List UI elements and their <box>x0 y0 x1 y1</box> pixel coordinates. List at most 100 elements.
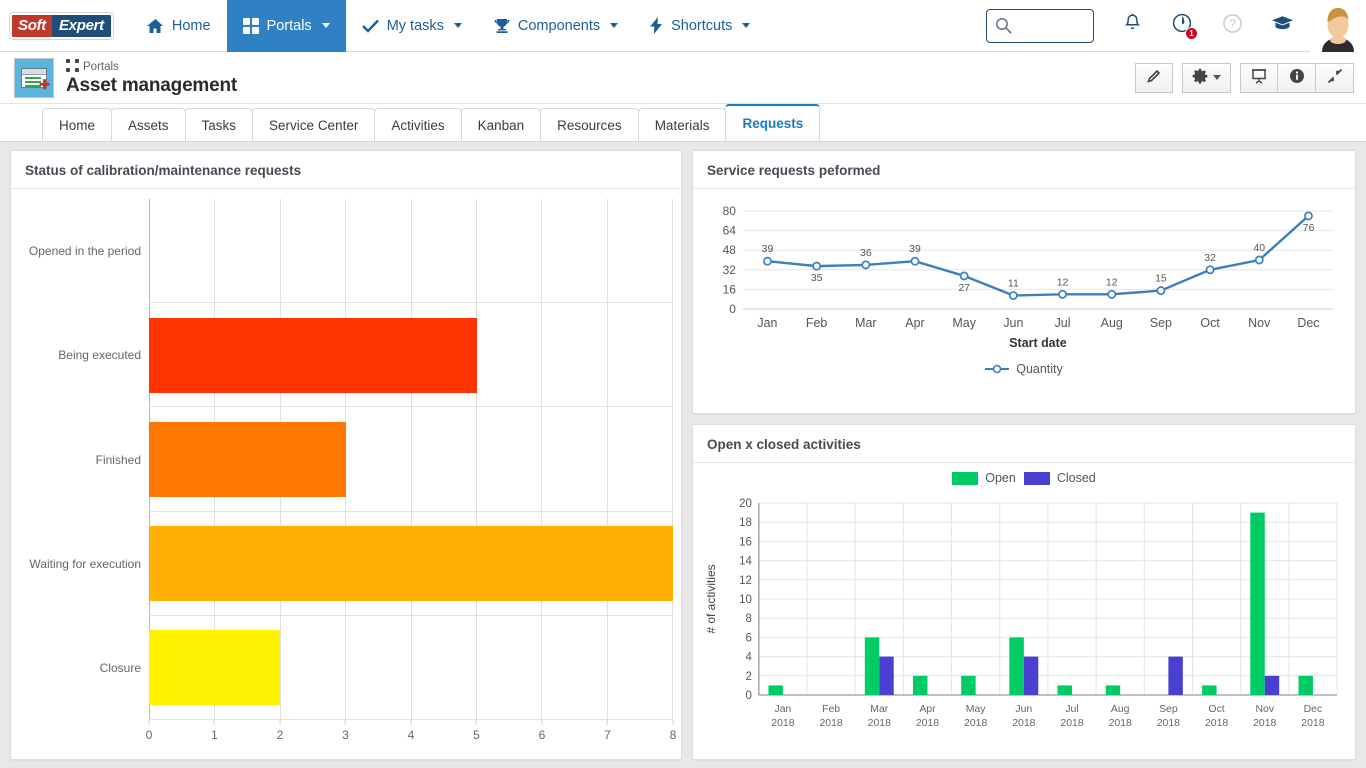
softexpert-logo[interactable]: Soft Expert <box>10 12 113 39</box>
search-input[interactable] <box>1012 18 1085 33</box>
tab-service-center[interactable]: Service Center <box>252 108 376 141</box>
tab-resources[interactable]: Resources <box>540 108 639 141</box>
tab-tasks[interactable]: Tasks <box>184 108 254 141</box>
presentation-button[interactable] <box>1240 62 1278 93</box>
hbar-row-4[interactable] <box>149 616 673 721</box>
notifications-button[interactable] <box>1110 0 1154 52</box>
trophy-icon <box>494 18 510 34</box>
hbar-bar-3[interactable] <box>149 526 673 602</box>
hbar-xtick-label: 4 <box>407 728 415 742</box>
user-avatar[interactable] <box>1310 0 1366 52</box>
col-bar-closed-8 <box>1168 656 1183 695</box>
col-bar-open-3 <box>913 675 928 695</box>
line-datalabel-9: 32 <box>1204 253 1216 264</box>
line-datalabel-11: 76 <box>1303 223 1315 234</box>
col-bar-closed-5 <box>1023 656 1039 695</box>
line-xtick-4: May <box>952 316 976 330</box>
hbar-xtick-label: 1 <box>211 728 218 742</box>
hbar-xtick: 4 <box>407 720 415 742</box>
nav-item-home[interactable]: Home <box>131 0 227 52</box>
hbar-row-3[interactable] <box>149 512 673 616</box>
col-bar-open-6 <box>1057 685 1073 695</box>
notification-badge: 1 <box>1185 26 1198 40</box>
hbar-bar-1[interactable] <box>149 317 477 393</box>
col-xtick-month-7: Aug <box>1111 704 1130 715</box>
hbar-x-axis: 0 1 2 3 4 5 6 7 8 <box>146 720 676 753</box>
hbar-xtick-label: 3 <box>342 728 349 742</box>
line-ytick: 80 <box>723 204 737 218</box>
legend-item-quantity[interactable]: Quantity <box>985 362 1063 376</box>
line-chart-svg[interactable]: 0 16 32 48 64 80 39 35 36 39 27 11 12 12 15 32 40 76 Jan Fe… <box>701 193 1347 353</box>
academy-button[interactable] <box>1260 0 1304 52</box>
legend-item-open[interactable]: Open <box>952 471 1016 485</box>
col-xtick-month-3: Apr <box>919 704 936 715</box>
col-xtick-month-8: Sep <box>1159 704 1178 715</box>
col-ytick: 4 <box>745 652 752 664</box>
column-chart-svg[interactable]: 0 2 4 6 8 10 12 14 16 18 20 Jan 2018 Feb 2018 Mar 2018 Ap… <box>701 493 1347 741</box>
collapse-button[interactable] <box>1316 62 1354 93</box>
col-ytick: 0 <box>745 690 751 702</box>
col-xtick-year-4: 2018 <box>964 718 987 729</box>
svg-text:?: ? <box>1229 17 1236 31</box>
line-point-8 <box>1156 286 1166 296</box>
nav-item-portals[interactable]: Portals <box>226 0 346 52</box>
plus-badge-icon: ✚ <box>39 76 50 92</box>
tab-materials[interactable]: Materials <box>637 108 727 141</box>
pencil-icon <box>1146 68 1162 87</box>
line-point-4 <box>959 271 969 281</box>
line-datalabel-4: 27 <box>958 283 970 294</box>
hbar-xtick: 0 <box>146 720 152 742</box>
breadcrumb: Portals <box>66 58 237 75</box>
help-button[interactable]: ? <box>1210 0 1254 52</box>
col-xtick-month-10: Nov <box>1255 704 1274 715</box>
search-icon <box>995 17 1012 34</box>
nav-label-shortcuts: Shortcuts <box>671 17 733 34</box>
line-xtick-7: Aug <box>1101 316 1123 330</box>
nav-item-components[interactable]: Components <box>478 0 634 52</box>
hbar-xtick: 2 <box>276 720 284 742</box>
line-ytick: 48 <box>723 243 737 257</box>
col-bar-closed-2 <box>879 656 894 695</box>
hbar-category-labels: Opened in the period Being executed Finish… <box>19 199 149 753</box>
hbar-row-2[interactable] <box>149 407 673 512</box>
presentation-icon <box>1251 68 1267 87</box>
page-title: Asset management <box>66 74 238 96</box>
col-xtick-year-3: 2018 <box>916 718 939 729</box>
panel-status-requests: Status of calibration/maintenance reques… <box>10 150 682 760</box>
dashboard-area: Status of calibration/maintenance reques… <box>0 142 1366 768</box>
col-xtick-year-10: 2018 <box>1253 718 1276 729</box>
tab-activities[interactable]: Activities <box>374 108 462 141</box>
search-box[interactable] <box>986 8 1094 43</box>
tab-home[interactable]: Home <box>42 108 113 141</box>
hbar-row-1[interactable] <box>149 303 673 408</box>
tab-kanban[interactable]: Kanban <box>460 108 542 141</box>
hbar-bar-2[interactable] <box>149 422 346 498</box>
col-bar-open-2 <box>864 637 880 695</box>
hbar-xtick: 7 <box>604 720 611 742</box>
tab-assets[interactable]: Assets <box>111 108 186 141</box>
line-point-7 <box>1107 289 1117 299</box>
legend-item-closed[interactable]: Closed <box>1023 471 1096 485</box>
edit-button[interactable] <box>1135 62 1173 93</box>
dashboard-left-column: Status of calibration/maintenance reques… <box>10 150 682 760</box>
info-button[interactable] <box>1278 62 1316 93</box>
legend-label: Quantity <box>1016 362 1063 376</box>
line-xtick-0: Jan <box>757 316 777 330</box>
legend-line-marker <box>985 364 1010 374</box>
hbar-xtick-label: 2 <box>276 728 284 742</box>
nav-item-shortcuts[interactable]: Shortcuts <box>634 0 766 52</box>
col-xtick-month-9: Oct <box>1208 704 1224 715</box>
breadcrumb-label: Portals <box>83 60 119 73</box>
hbar-bar-4[interactable] <box>149 630 280 706</box>
pending-tasks-button[interactable]: 1 <box>1160 0 1204 52</box>
line-datalabel-8: 15 <box>1155 274 1167 285</box>
legend-label: Open <box>985 471 1016 485</box>
panel-title-status-requests: Status of calibration/maintenance reques… <box>11 151 681 189</box>
tab-requests[interactable]: Requests <box>725 104 821 141</box>
line-point-2 <box>861 260 871 270</box>
nav-item-my-tasks[interactable]: My tasks <box>346 0 478 52</box>
bell-icon <box>1123 13 1142 38</box>
settings-button[interactable] <box>1182 62 1231 93</box>
line-xtick-11: Dec <box>1297 316 1319 330</box>
hbar-row-0[interactable] <box>149 199 673 304</box>
